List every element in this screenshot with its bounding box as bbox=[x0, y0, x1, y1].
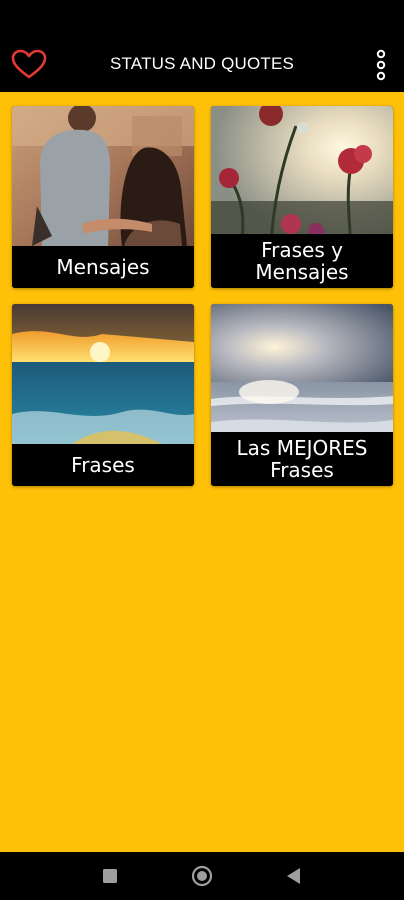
page-title: STATUS AND QUOTES bbox=[109, 54, 295, 73]
couple-photo bbox=[12, 106, 194, 246]
card-label: Mensajes bbox=[12, 246, 194, 288]
triangle-back-icon bbox=[287, 868, 300, 884]
recents-button[interactable] bbox=[98, 864, 122, 888]
flowers-sunset-photo bbox=[211, 106, 393, 246]
category-card-las-mejores-frases[interactable]: Las MEJORES Frases bbox=[211, 304, 393, 486]
card-label: Frases bbox=[12, 444, 194, 486]
heart-outline-icon bbox=[11, 49, 47, 79]
beach-sunrise-photo bbox=[211, 304, 393, 444]
category-grid: Mensajes Frases y Mensajes Frases Las ME… bbox=[0, 92, 404, 852]
overflow-menu-button[interactable] bbox=[372, 48, 390, 82]
ocean-sunset-photo bbox=[12, 304, 194, 444]
square-icon bbox=[103, 869, 117, 883]
app-bar: STATUS AND QUOTES bbox=[0, 36, 404, 92]
favorites-button[interactable] bbox=[10, 48, 48, 80]
circle-icon bbox=[191, 865, 213, 887]
home-button[interactable] bbox=[190, 864, 214, 888]
category-card-mensajes[interactable]: Mensajes bbox=[12, 106, 194, 288]
more-vert-icon bbox=[376, 49, 386, 81]
card-label: Las MEJORES Frases bbox=[211, 432, 393, 486]
status-bar bbox=[0, 0, 404, 36]
category-card-frases-y-mensajes[interactable]: Frases y Mensajes bbox=[211, 106, 393, 288]
card-label: Frases y Mensajes bbox=[211, 234, 393, 288]
category-card-frases[interactable]: Frases bbox=[12, 304, 194, 486]
back-button[interactable] bbox=[282, 864, 306, 888]
system-navigation-bar bbox=[0, 852, 404, 900]
